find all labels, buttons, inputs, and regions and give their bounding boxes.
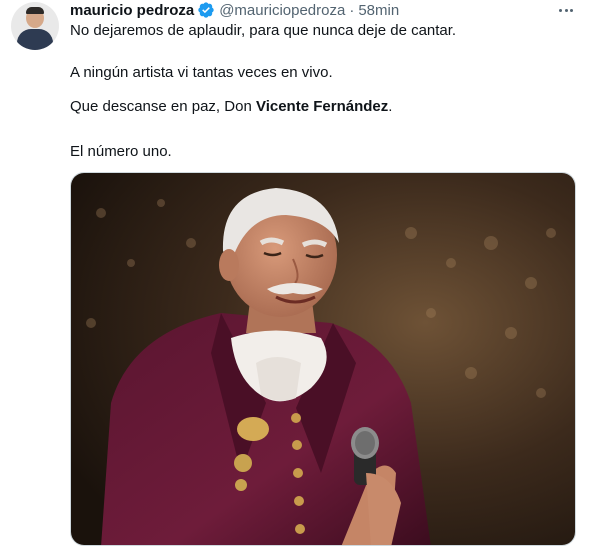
- tweet-paragraph-3: Que descanse en paz, Don Vicente Fernánd…: [70, 97, 392, 117]
- tweet-paragraph-1: No dejaremos de aplaudir, para que nunca…: [70, 22, 457, 39]
- tweet-paragraph-2: A ningún artista vi tantas veces en vivo…: [70, 64, 333, 81]
- avatar[interactable]: [11, 2, 59, 50]
- paragraph-3-prefix: Que descanse en paz, Don: [70, 98, 256, 115]
- avatar-torso: [17, 29, 53, 50]
- highlighted-name: Vicente Fernández: [255, 98, 389, 115]
- tweet-time[interactable]: 58min: [358, 2, 399, 19]
- verified-badge-icon: [197, 1, 215, 19]
- tweet: mauricio pedroza @mauriciopedroza · 58mi…: [0, 0, 593, 557]
- separator-dot: ·: [349, 1, 355, 19]
- tweet-header: mauricio pedroza @mauriciopedroza · 58mi…: [70, 0, 399, 20]
- author-name[interactable]: mauricio pedroza: [70, 2, 194, 19]
- avatar-hair: [26, 7, 44, 14]
- tweet-photo[interactable]: [70, 172, 576, 546]
- author-handle[interactable]: @mauriciopedroza: [219, 2, 345, 19]
- paragraph-3-suffix: .: [388, 98, 393, 115]
- more-options-icon[interactable]: [556, 2, 576, 18]
- tweet-paragraph-4: El número uno.: [70, 143, 172, 160]
